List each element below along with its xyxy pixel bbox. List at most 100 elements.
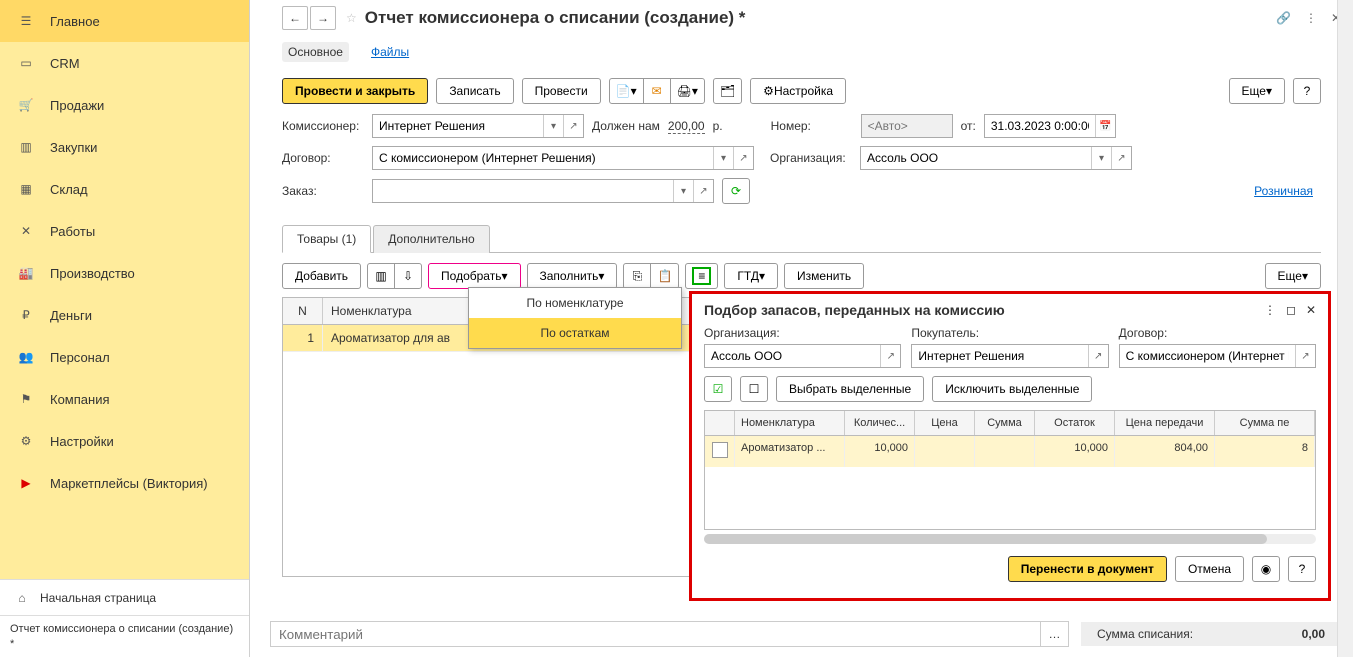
cancel-button[interactable]: Отмена [1175,556,1244,582]
more-vert-icon[interactable]: ⋮ [1305,11,1317,25]
tab-additional[interactable]: Дополнительно [373,225,489,253]
comment-input[interactable] [270,621,1041,647]
scrollbar-thumb[interactable] [704,534,1267,544]
add-button[interactable]: Добавить [282,263,361,289]
select-highlighted-button[interactable]: Выбрать выделенные [776,376,924,402]
modal-buyer-input[interactable] [912,345,1087,367]
pick-by-nomenclature[interactable]: По номенклатуре [469,288,681,318]
modal-row-check[interactable] [705,436,735,467]
sidebar-item-production[interactable]: 🏭 Производство [0,252,249,294]
dropdown-button[interactable]: ▾ [1091,147,1111,169]
modal-table-row[interactable]: Ароматизатор ... 10,000 10,000 804,00 8 [705,436,1315,467]
date-input[interactable] [985,115,1095,137]
settings-button[interactable]: ⚙ Настройка [750,78,846,104]
deselect-all-button[interactable]: ☐ [740,376,768,402]
pick-button[interactable]: Подобрать ▾ [428,263,520,289]
refresh-order-button[interactable]: ⟳ [722,178,750,204]
date-input-wrap: 📅 [984,114,1116,138]
dropdown-button[interactable]: ▾ [713,147,733,169]
pick-by-balance[interactable]: По остаткам [469,318,681,348]
owes-value[interactable]: 200,00 [668,119,705,134]
modal-grid-header-sum[interactable]: Сумма [975,411,1035,435]
nav-back-button[interactable]: ← [282,6,308,30]
edit-button[interactable]: Изменить [784,263,864,289]
paste-button[interactable]: 📋 [650,263,679,289]
grid-header-n[interactable]: N [283,298,323,324]
card-button[interactable]: ≡ [685,263,718,289]
sidebar-item-settings[interactable]: ⚙ Настройки [0,420,249,462]
sidebar-item-personnel[interactable]: 👥 Персонал [0,336,249,378]
help-button[interactable]: ? [1293,78,1321,104]
write-button[interactable]: Записать [436,78,513,104]
contract-input[interactable] [373,147,713,169]
modal-maximize-icon[interactable]: ◻ [1286,303,1296,317]
modal-row-sum [975,436,1035,467]
load-button[interactable]: ⇩ [394,263,422,289]
page-vertical-scrollbar[interactable] [1337,0,1353,657]
modal-grid-header-qty[interactable]: Количес... [845,411,915,435]
sidebar-label: Маркетплейсы (Виктория) [50,476,208,491]
open-button[interactable]: ↗ [1111,147,1131,169]
sidebar-item-marketplaces[interactable]: ▶ Маркетплейсы (Виктория) [0,462,249,504]
modal-close-icon[interactable]: ✕ [1306,303,1316,317]
dropdown-button[interactable]: ▾ [673,180,693,202]
tab-goods[interactable]: Товары (1) [282,225,371,253]
transfer-to-document-button[interactable]: Перенести в документ [1008,556,1167,582]
sidebar-item-main[interactable]: ☰ Главное [0,0,249,42]
link-icon[interactable]: 🔗 [1276,11,1291,25]
print-button[interactable]: 🖨▾ [670,78,705,104]
sidebar-open-doc[interactable]: Отчет комиссионера о списании (создание)… [0,615,249,657]
fill-button[interactable]: Заполнить ▾ [527,263,618,289]
open-button[interactable]: ↗ [880,345,900,367]
open-button[interactable]: ↗ [563,115,583,137]
sidebar-item-crm[interactable]: ▭ CRM [0,42,249,84]
gtd-label: ГТД [737,269,759,283]
open-button[interactable]: ↗ [1088,345,1108,367]
create-based-on-button[interactable]: 📄▾ [609,78,644,104]
barcode-button[interactable]: ▥ [367,263,395,289]
modal-grid-header-nomen[interactable]: Номенклатура [735,411,845,435]
dropdown-button[interactable]: ▾ [543,115,563,137]
modal-grid-header-transfer-sum[interactable]: Сумма пе [1215,411,1315,435]
sidebar-item-warehouse[interactable]: ▦ Склад [0,168,249,210]
calendar-button[interactable]: 📅 [1095,115,1115,137]
commissioner-input[interactable] [373,115,543,137]
sidebar-item-company[interactable]: ⚑ Компания [0,378,249,420]
modal-horizontal-scrollbar[interactable] [704,534,1316,544]
grid-more-button[interactable]: Еще ▾ [1265,263,1321,289]
copy-button[interactable]: ⎘ [623,263,651,289]
order-input[interactable] [373,180,673,202]
org-input[interactable] [861,147,1091,169]
structure-button[interactable]: 🗂 [713,78,742,104]
select-all-button[interactable]: ☑ [704,376,732,402]
modal-grid-header-balance[interactable]: Остаток [1035,411,1115,435]
sidebar-item-money[interactable]: ₽ Деньги [0,294,249,336]
subnav-files[interactable]: Файлы [365,42,415,62]
modal-contract-input[interactable] [1120,345,1295,367]
modal-settings-button[interactable]: ◉ [1252,556,1280,582]
sidebar-item-works[interactable]: ✕ Работы [0,210,249,252]
post-button[interactable]: Провести [522,78,601,104]
more-button[interactable]: Еще ▾ [1229,78,1285,104]
subnav-main[interactable]: Основное [282,42,349,62]
modal-grid-header-transfer-price[interactable]: Цена передачи [1115,411,1215,435]
modal-grid-header-check[interactable] [705,411,735,435]
modal-help-button[interactable]: ? [1288,556,1316,582]
nav-forward-button[interactable]: → [310,6,336,30]
modal-org-input[interactable] [705,345,880,367]
modal-grid-header-price[interactable]: Цена [915,411,975,435]
comment-expand-button[interactable]: … [1041,621,1069,647]
retail-link[interactable]: Розничная [1254,184,1313,198]
open-button[interactable]: ↗ [733,147,753,169]
post-and-close-button[interactable]: Провести и закрыть [282,78,428,104]
open-button[interactable]: ↗ [693,180,713,202]
open-button[interactable]: ↗ [1295,345,1315,367]
gtd-button[interactable]: ГТД ▾ [724,263,778,289]
exclude-highlighted-button[interactable]: Исключить выделенные [932,376,1092,402]
favorite-star-icon[interactable]: ☆ [346,11,357,25]
sidebar-item-purchases[interactable]: ▥ Закупки [0,126,249,168]
modal-more-icon[interactable]: ⋮ [1264,303,1276,317]
sidebar-home[interactable]: ⌂ Начальная страница [0,579,249,616]
email-button[interactable]: ✉ [643,78,671,104]
sidebar-item-sales[interactable]: 🛒 Продажи [0,84,249,126]
